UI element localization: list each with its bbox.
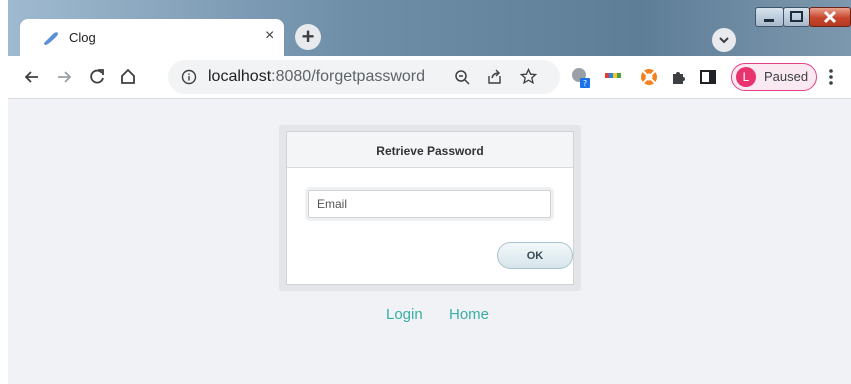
new-tab-button[interactable]: + bbox=[295, 24, 321, 50]
title-bar: Clog × + bbox=[8, 0, 851, 56]
dialog-header: Retrieve Password bbox=[287, 132, 573, 168]
minimize-icon bbox=[764, 19, 774, 22]
browser-tab-clog[interactable]: Clog × bbox=[20, 19, 284, 56]
address-bar[interactable]: localhost:8080/forgetpassword bbox=[168, 60, 560, 94]
maximize-icon bbox=[790, 11, 803, 22]
cctv-extension-icon[interactable] bbox=[604, 69, 622, 83]
minimize-button[interactable] bbox=[755, 7, 784, 27]
bookmark-star-icon[interactable] bbox=[520, 68, 537, 85]
close-icon bbox=[823, 10, 837, 24]
back-arrow-icon[interactable] bbox=[22, 67, 42, 87]
dialog-frame: Retrieve Password OK bbox=[279, 125, 581, 291]
extension-puzzle-badge-icon[interactable]: ? bbox=[570, 66, 592, 90]
url-host: localhost bbox=[208, 68, 272, 85]
ok-button[interactable]: OK bbox=[497, 242, 573, 269]
avatar: L bbox=[736, 67, 756, 87]
extensions-puzzle-icon[interactable] bbox=[669, 67, 689, 87]
login-link[interactable]: Login bbox=[386, 306, 423, 323]
retrieve-password-dialog: Retrieve Password OK bbox=[286, 131, 574, 285]
zoom-icon[interactable] bbox=[454, 69, 470, 85]
share-icon[interactable] bbox=[486, 68, 503, 85]
url-text: localhost:8080/forgetpassword bbox=[208, 68, 425, 86]
close-window-button[interactable] bbox=[809, 7, 851, 27]
more-menu-icon[interactable] bbox=[826, 67, 836, 87]
site-info-icon[interactable] bbox=[181, 69, 197, 85]
profile-button[interactable]: L Paused bbox=[731, 63, 817, 91]
forward-arrow-icon[interactable] bbox=[54, 67, 74, 87]
url-path: :8080/forgetpassword bbox=[271, 68, 426, 85]
tab-close-icon[interactable]: × bbox=[265, 27, 274, 45]
tab-title: Clog bbox=[69, 30, 96, 45]
tab-search-button[interactable] bbox=[712, 28, 736, 52]
side-panel-icon[interactable] bbox=[698, 67, 718, 87]
maximize-button[interactable] bbox=[783, 7, 810, 27]
chevron-down-icon bbox=[719, 37, 729, 44]
page-content: Retrieve Password OK Login Home bbox=[8, 99, 851, 384]
reload-icon[interactable] bbox=[87, 67, 107, 87]
dialog-title: Retrieve Password bbox=[376, 144, 484, 158]
quill-icon bbox=[44, 32, 58, 45]
lifebuoy-extension-icon[interactable] bbox=[639, 67, 659, 87]
home-icon[interactable] bbox=[118, 67, 138, 87]
browser-toolbar: localhost:8080/forgetpassword ? L Paused bbox=[8, 56, 851, 99]
svg-text:?: ? bbox=[583, 79, 587, 88]
email-input[interactable] bbox=[308, 190, 551, 218]
browser-window: Clog × + localhost:8080/forgetpassword ?… bbox=[8, 0, 851, 384]
home-link[interactable]: Home bbox=[449, 306, 489, 323]
profile-status-label: Paused bbox=[764, 69, 809, 84]
